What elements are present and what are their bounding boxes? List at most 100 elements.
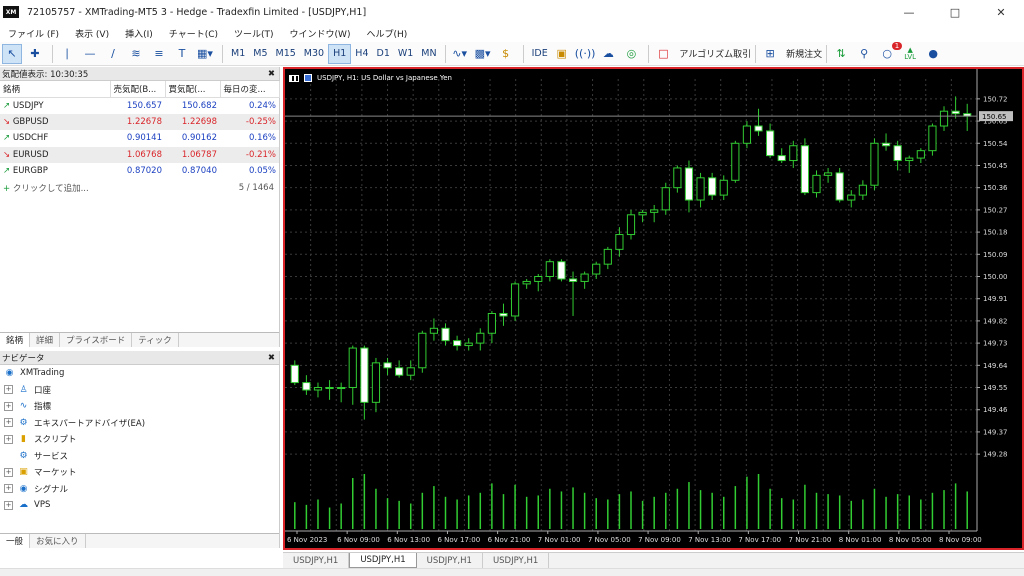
column-bid[interactable]: 売気配(B... (110, 81, 166, 98)
dollar-icon[interactable]: $ (496, 44, 516, 64)
symbol-cell[interactable]: ↘ EURUSD (0, 147, 110, 164)
expand-icon[interactable]: + (4, 500, 13, 510)
chart-tab-3[interactable]: USDJPY,H1 (417, 553, 483, 568)
close-icon[interactable]: ✕ (978, 0, 1024, 24)
add-symbol-row[interactable]: + クリックして追加... 5 / 1464 (0, 180, 279, 196)
navigator-item[interactable]: + ▣ マーケット (0, 464, 279, 481)
templates-icon[interactable]: ▩▾ (473, 44, 493, 64)
menu-insert[interactable]: 挿入(I) (117, 27, 161, 40)
navigator-item[interactable]: ⚙ サービス (0, 448, 279, 465)
menu-window[interactable]: ウインドウ(W) (282, 27, 359, 40)
signal-icon[interactable]: ((·)) (575, 44, 596, 64)
depth-of-market-icon[interactable]: ⇅ (831, 44, 851, 64)
symbol-cell[interactable]: ↗ USDJPY (0, 97, 110, 114)
timeframe-d1[interactable]: D1 (373, 44, 394, 64)
tab-price-board[interactable]: プライスボード (60, 333, 133, 347)
tab-favorites[interactable]: お気に入り (30, 534, 86, 548)
timeframe-mn[interactable]: MN (417, 44, 440, 64)
horizontal-line-icon[interactable]: — (80, 44, 100, 64)
navigator-item[interactable]: + ◉ シグナル (0, 481, 279, 498)
expand-icon[interactable]: + (4, 401, 13, 411)
expand-icon[interactable]: + (4, 467, 13, 477)
timeframe-h1[interactable]: H1 (328, 43, 352, 64)
column-symbol[interactable]: 銘柄 (0, 81, 111, 98)
minimize-icon[interactable]: — (886, 0, 932, 24)
tab-ticks[interactable]: ティック (132, 333, 179, 347)
search-icon[interactable]: ⚲ (854, 44, 874, 64)
column-daily-change[interactable]: 毎日の変... (220, 81, 280, 98)
signals-icon: ◉ (19, 483, 28, 494)
add-symbol-label[interactable]: + クリックして追加... (3, 182, 89, 194)
symbol-cell[interactable]: ↗ EURGBP (0, 163, 110, 180)
channel-icon[interactable]: ≋ (126, 44, 146, 64)
table-row[interactable]: ↗ USDJPY 150.657 150.682 0.24% (0, 97, 279, 114)
algo-trading-button[interactable]: アルゴリズム取引 (679, 47, 751, 60)
navigator-item[interactable]: + ♙ 口座 (0, 382, 279, 399)
notifications-icon[interactable]: ○ 1 (877, 41, 903, 64)
expand-icon[interactable]: + (4, 484, 13, 494)
shapes-dropdown-icon[interactable]: ▦▾ (195, 44, 215, 64)
expand-icon[interactable]: + (4, 434, 13, 444)
tab-details[interactable]: 詳細 (30, 333, 61, 347)
expand-icon[interactable]: + (4, 418, 13, 428)
navigator-item[interactable]: + ⚙ エキスパートアドバイザ(EA) (0, 415, 279, 432)
x-tick-label: 7 Nov 01:00 (538, 536, 581, 544)
navigator-item[interactable]: + ☁ VPS (0, 497, 279, 514)
table-row[interactable]: ↘ EURUSD 1.06768 1.06787 -0.21% (0, 146, 279, 164)
expand-icon[interactable]: + (4, 385, 13, 395)
navigator-root[interactable]: ◉ XMTrading (0, 365, 279, 382)
trade-panel-icon[interactable] (289, 74, 299, 82)
column-ask[interactable]: 買気配(... (165, 81, 221, 98)
chart-tab-1[interactable]: USDJPY,H1 (283, 553, 350, 568)
y-tick-label: 150.36 (983, 184, 1008, 192)
tab-general[interactable]: 一般 (0, 534, 31, 548)
text-tool-icon[interactable]: T (172, 44, 192, 64)
close-icon[interactable]: ✖ (268, 353, 275, 363)
menu-file[interactable]: ファイル (F) (0, 27, 67, 40)
account-icon[interactable]: ● (923, 44, 943, 64)
maximize-icon[interactable]: □ (932, 0, 978, 24)
timeframe-m1[interactable]: M1 (227, 44, 249, 64)
navigator-item[interactable]: + ∿ 指標 (0, 398, 279, 415)
fibonacci-icon[interactable]: ≡ (149, 44, 169, 64)
candlestick-chart[interactable]: 150.72150.63150.54150.45150.36150.27150.… (285, 69, 1022, 548)
cloud-icon[interactable]: ☁ (598, 44, 618, 64)
trendline-icon[interactable]: ∕ (103, 44, 123, 64)
timeframe-m15[interactable]: M15 (272, 44, 300, 64)
chart-type-icon[interactable]: ∿▾ (450, 44, 470, 64)
crosshair-icon[interactable]: ✚ (25, 44, 45, 64)
menu-tools[interactable]: ツール(T) (226, 27, 282, 40)
close-icon[interactable]: ✖ (268, 69, 275, 79)
timeframe-m5[interactable]: M5 (249, 44, 271, 64)
menu-chart[interactable]: チャート(C) (161, 27, 226, 40)
new-order-button[interactable]: 新規注文 (786, 47, 822, 60)
timeframe-w1[interactable]: W1 (394, 44, 417, 64)
navigator-item-label: エキスパートアドバイザ(EA) (34, 418, 146, 429)
chart-tab-2[interactable]: USDJPY,H1 (349, 553, 417, 568)
market-watch-title: 気配値表示: 10:30:35 (2, 69, 89, 80)
navigator-item[interactable]: + ▮ スクリプト (0, 431, 279, 448)
table-row[interactable]: ↗ EURGBP 0.87020 0.87040 0.05% (0, 163, 279, 180)
symbol-cell[interactable]: ↘ GBPUSD (0, 114, 110, 131)
menu-view[interactable]: 表示 (V) (67, 27, 117, 40)
lock-icon[interactable]: ▣ (552, 44, 572, 64)
tab-symbols[interactable]: 銘柄 (0, 333, 31, 347)
new-order-icon[interactable]: ⊞ (760, 44, 780, 64)
chart-tab-4[interactable]: USDJPY,H1 (483, 553, 550, 568)
algo-trading-icon[interactable]: □ (653, 44, 673, 64)
symbol-cell[interactable]: ↗ USDCHF (0, 130, 110, 147)
y-tick-label: 150.54 (983, 140, 1008, 148)
menu-help[interactable]: ヘルプ(H) (358, 27, 415, 40)
table-row[interactable]: ↘ GBPUSD 1.22678 1.22698 -0.25% (0, 113, 279, 131)
navigator-item-label: 口座 (34, 385, 52, 396)
timeframe-h4[interactable]: H4 (351, 44, 372, 64)
chart-window[interactable]: 150.72 150.63 150.54 150.45 150.36 150.27 150.… (283, 67, 1024, 550)
vertical-line-icon[interactable]: ∣ (57, 44, 77, 64)
level-icon[interactable]: ▲ LVL (900, 44, 920, 64)
timeframe-m30[interactable]: M30 (300, 44, 328, 64)
cursor-icon[interactable]: ↖ (2, 43, 22, 64)
table-row[interactable]: ↗ USDCHF 0.90141 0.90162 0.16% (0, 130, 279, 147)
vps-icon[interactable]: ◎ (621, 44, 641, 64)
candle-bullish (626, 214, 636, 236)
ide-button[interactable]: IDE (528, 44, 552, 64)
